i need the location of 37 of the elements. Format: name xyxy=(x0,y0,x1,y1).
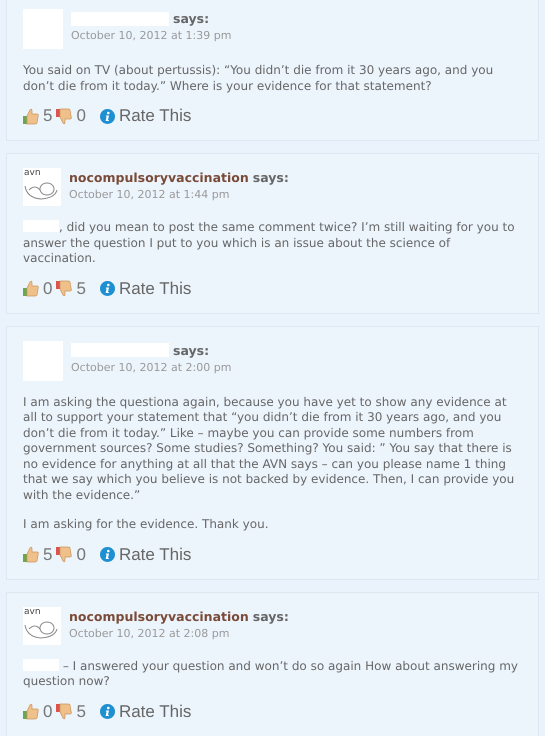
info-icon[interactable] xyxy=(100,108,115,124)
thumbs-down-icon[interactable] xyxy=(56,546,72,563)
info-icon[interactable] xyxy=(100,281,115,296)
says-label: says: xyxy=(173,342,210,358)
dislike-count: 5 xyxy=(76,702,86,722)
comment-text: I am asking the questiona again, because you have yet to show any evidence at all to support your statement that “you didn’t die from it 30 years ago, and you don’t die from it today.” Like – maybe you can provide some numbers from government sources? Some studies? Something? You said: ” You say that there is no evidence for anything at all that the AVN says – can you please name 1 thing that we say which you believe is not backed by evidence. Then, I can provide you with the evidence.” xyxy=(23,394,516,503)
comment-text: I am asking for the evidence. Thank you. xyxy=(23,517,270,532)
rate-this-link[interactable]: Rate This xyxy=(118,278,192,298)
thumbs-up-icon[interactable] xyxy=(23,280,39,297)
says-label: says: xyxy=(252,170,289,185)
like-count: 5 xyxy=(43,544,52,564)
dislike-count: 0 xyxy=(76,544,86,564)
thumbs-up-icon[interactable] xyxy=(23,703,39,720)
like-count: 5 xyxy=(43,106,52,126)
avatar-logo-text: avn xyxy=(23,168,42,178)
comment-text: – I answered your question and won’t do so again How about answering my question now? xyxy=(23,658,520,690)
thumbs-down-icon[interactable] xyxy=(56,703,72,720)
rate-this-link[interactable]: Rate This xyxy=(118,106,192,126)
says-label: says: xyxy=(252,608,289,624)
comment-text: , did you mean to post the same comment twice? I’m still waiting for you to answer the question I put to you which is an issue about the science of vaccination. xyxy=(23,220,516,266)
thumbs-up-icon[interactable] xyxy=(23,546,39,563)
dislike-count: 0 xyxy=(76,106,86,126)
like-count: 0 xyxy=(43,278,52,298)
avatar-logo-text: avn xyxy=(23,606,42,616)
info-icon[interactable] xyxy=(100,704,115,719)
rate-this-link[interactable]: Rate This xyxy=(118,544,192,564)
rate-this-link[interactable]: Rate This xyxy=(118,702,192,722)
says-label: says: xyxy=(173,11,210,26)
comment-text: You said on TV (about pertussis): “You didn’t die from it 30 years ago, and you don’t die from it today.” Where is your evidence for that statement? xyxy=(23,63,494,94)
info-icon[interactable] xyxy=(100,547,115,562)
like-count: 0 xyxy=(43,702,52,722)
thumbs-up-icon[interactable] xyxy=(23,108,39,124)
thumbs-down-icon[interactable] xyxy=(56,280,72,297)
dislike-count: 5 xyxy=(76,278,86,298)
thumbs-down-icon[interactable] xyxy=(56,108,72,124)
author-link[interactable]: nocompulsoryvaccination xyxy=(69,170,249,185)
author-link[interactable]: nocompulsoryvaccination xyxy=(69,608,249,624)
